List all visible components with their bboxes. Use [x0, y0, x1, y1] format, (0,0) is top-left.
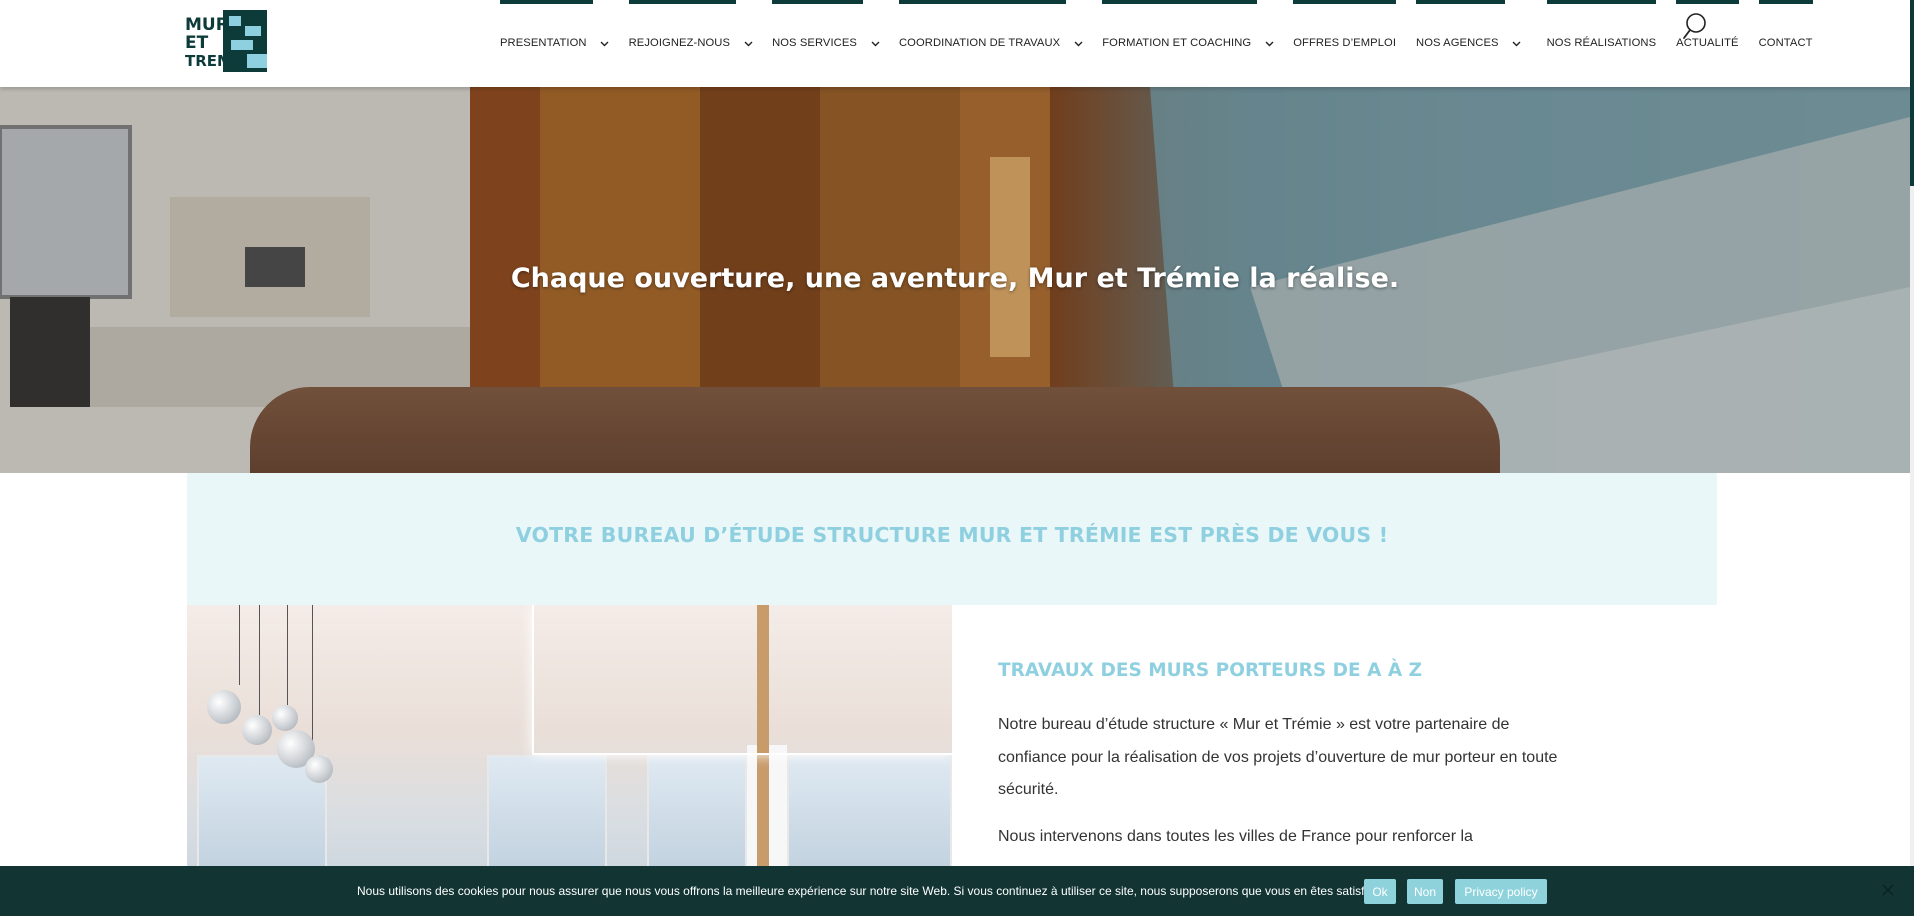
section-title: TRAVAUX DES MURS PORTEURS DE A À Z [998, 660, 1423, 681]
nav-item-indicator [1758, 0, 1813, 4]
nav-item-label: COORDINATION DE TRAVAUX [899, 36, 1061, 49]
search-icon[interactable] [1681, 10, 1709, 42]
nav-item[interactable]: NOS RÉALISATIONS [1546, 0, 1657, 87]
nav-item-indicator [1102, 0, 1258, 4]
privacy-policy-button[interactable]: Privacy policy [1455, 879, 1547, 904]
nav-item-label: NOS AGENCES [1416, 36, 1499, 49]
ceiling-light-strip [532, 605, 952, 755]
nav-item-indicator [899, 0, 1067, 4]
nav-item-label: REJOIGNEZ-NOUS [628, 36, 731, 49]
nav-item-indicator [628, 0, 737, 4]
nav-item-indicator [1676, 0, 1739, 4]
lamp-wire [312, 605, 313, 745]
cookie-banner: Nous utilisons des cookies pour nous ass… [0, 866, 1914, 916]
nav-item-indicator [500, 0, 593, 4]
logo-graphic: MUR ET TREMIE [185, 10, 267, 72]
cookie-text: Nous utilisons des cookies pour nous ass… [357, 884, 1381, 898]
section-paragraph: Nous intervenons dans toutes les villes … [998, 827, 1473, 845]
nav-item-label: NOS SERVICES [772, 36, 857, 49]
chevron-down-icon[interactable] [1068, 41, 1088, 47]
scrollbar-thumb[interactable] [1910, 0, 1914, 186]
lamp-wire [287, 605, 288, 705]
nav-item-label: PRESENTATION [500, 36, 587, 49]
close-icon[interactable] [1880, 882, 1896, 898]
nav-item[interactable]: COORDINATION DE TRAVAUX [899, 0, 1088, 87]
lamp-wire [259, 605, 260, 715]
site-header: MUR ET TREMIE PRESENTATION REJOIGNEZ-NOUS… [0, 0, 1910, 87]
main-nav: PRESENTATION REJOIGNEZ-NOUS NOS SERVICES CO… [500, 0, 1833, 87]
nav-item[interactable]: NOS AGENCES [1416, 0, 1527, 87]
nav-item-label: FORMATION ET COACHING [1102, 36, 1252, 49]
section-paragraph: Notre bureau d’étude structure « Mur et … [998, 716, 1558, 798]
nav-item[interactable]: REJOIGNEZ-NOUS [628, 0, 758, 87]
nav-item-indicator [1546, 0, 1657, 4]
nav-item[interactable]: FORMATION ET COACHING [1102, 0, 1279, 87]
pendant-lamp [272, 705, 298, 731]
nav-item[interactable]: NOS SERVICES [772, 0, 885, 87]
cookie-no-button[interactable]: Non [1407, 879, 1443, 904]
chevron-down-icon[interactable] [865, 41, 885, 47]
nav-item-indicator [1293, 0, 1397, 4]
chevron-down-icon[interactable] [1507, 41, 1527, 47]
chevron-down-icon[interactable] [595, 41, 615, 47]
logo-text-line2: ET [185, 33, 209, 53]
nav-item[interactable]: OFFRES D’EMPLOI [1293, 0, 1397, 87]
site-logo[interactable]: MUR ET TREMIE [185, 8, 269, 74]
pendant-lamp [207, 690, 241, 724]
logo-text-line3: TREMIE [185, 52, 248, 70]
pendant-lamp [305, 755, 333, 783]
intro-band-title: VOTRE BUREAU D’ÉTUDE STRUCTURE MUR ET TR… [515, 523, 1389, 547]
nav-item[interactable]: CONTACT [1758, 0, 1813, 87]
hero-banner: Chaque ouverture, une aventure, Mur et T… [0, 87, 1910, 473]
pendant-lamp [242, 715, 272, 745]
cookie-ok-button[interactable]: Ok [1364, 879, 1396, 904]
nav-item-indicator [1416, 0, 1505, 4]
nav-item-indicator [772, 0, 863, 4]
intro-band: VOTRE BUREAU D’ÉTUDE STRUCTURE MUR ET TR… [187, 473, 1717, 605]
services-section: TRAVAUX DES MURS PORTEURS DE A À Z Notre… [998, 660, 1558, 867]
nav-item-label: CONTACT [1758, 36, 1813, 49]
nav-item-label: OFFRES D’EMPLOI [1293, 36, 1397, 49]
logo-text-line1: MUR [185, 15, 229, 35]
nav-item-label: NOS RÉALISATIONS [1546, 36, 1657, 49]
hero-title: Chaque ouverture, une aventure, Mur et T… [510, 263, 1400, 294]
chevron-down-icon[interactable] [738, 41, 758, 47]
lamp-wire [239, 605, 240, 685]
chevron-down-icon[interactable] [1259, 41, 1279, 47]
nav-item[interactable]: PRESENTATION [500, 0, 615, 87]
